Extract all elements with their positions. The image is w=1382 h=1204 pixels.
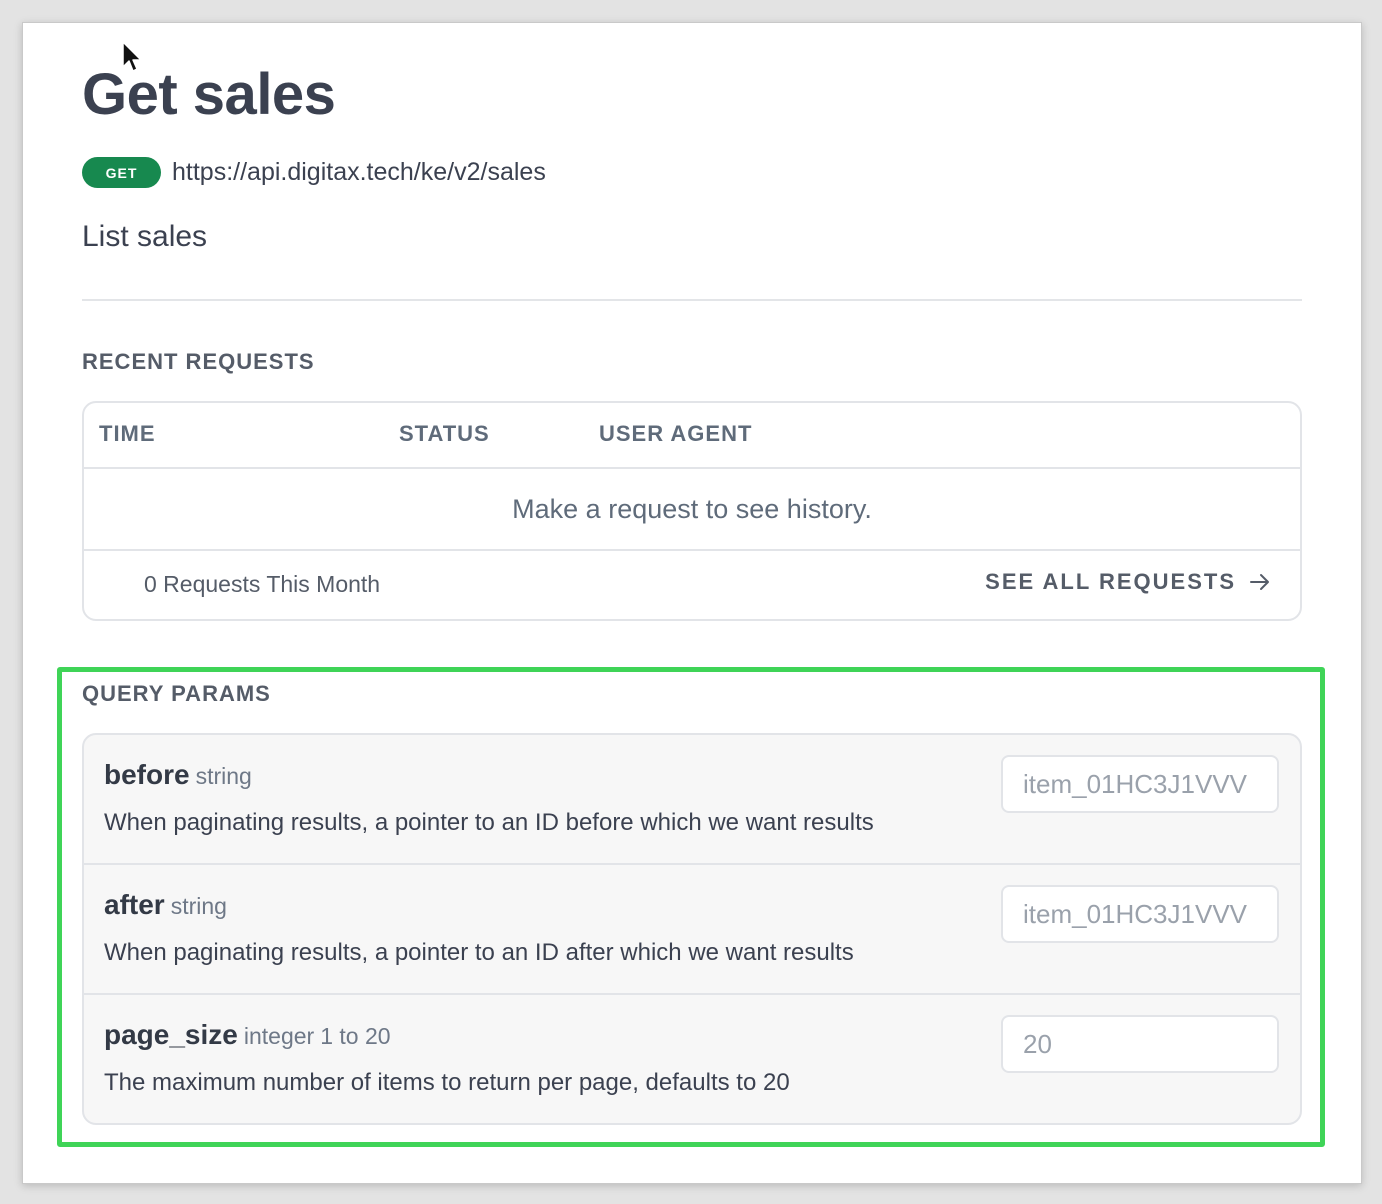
param-name: after xyxy=(104,889,165,920)
param-range: 1 to 20 xyxy=(320,1023,391,1049)
param-row-after: after string When paginating results, a p… xyxy=(84,863,1300,993)
http-method-badge: GET xyxy=(82,157,161,188)
see-all-requests-link[interactable]: SEE ALL REQUESTS xyxy=(985,569,1272,595)
param-type: string xyxy=(195,763,252,789)
empty-history-message: Make a request to see history. xyxy=(84,469,1300,551)
query-params-list: before string When paginating results, a … xyxy=(82,733,1302,1125)
param-description: When paginating results, a pointer to an… xyxy=(104,809,874,836)
param-type: string xyxy=(170,893,227,919)
param-name: page_size xyxy=(104,1019,238,1050)
param-name-line: page_size integer 1 to 20 xyxy=(104,1019,391,1051)
param-type: integer xyxy=(243,1023,315,1049)
table-footer: 0 Requests This Month SEE ALL REQUESTS xyxy=(84,551,1300,619)
recent-requests-table: TIME STATUS USER AGENT Make a request to… xyxy=(82,401,1302,621)
param-name: before xyxy=(104,759,190,790)
arrow-right-icon xyxy=(1250,574,1269,590)
table-header: TIME STATUS USER AGENT xyxy=(84,403,1300,469)
before-input[interactable] xyxy=(1001,755,1279,813)
recent-requests-heading: RECENT REQUESTS xyxy=(82,349,315,374)
endpoint-url: https://api.digitax.tech/ke/v2/sales xyxy=(172,158,546,186)
param-description: When paginating results, a pointer to an… xyxy=(104,939,854,966)
column-header-status: STATUS xyxy=(399,421,490,446)
param-description: The maximum number of items to return pe… xyxy=(104,1069,790,1096)
app-window: Get sales GET https://api.digitax.tech/k… xyxy=(22,22,1362,1184)
param-name-line: after string xyxy=(104,889,227,921)
param-row-before: before string When paginating results, a … xyxy=(84,735,1300,863)
page-title: Get sales xyxy=(82,62,336,127)
column-header-time: TIME xyxy=(99,421,156,446)
param-name-line: before string xyxy=(104,759,252,791)
after-input[interactable] xyxy=(1001,885,1279,943)
section-divider xyxy=(82,299,1302,301)
endpoint-description: List sales xyxy=(82,220,208,253)
page-size-input[interactable] xyxy=(1001,1015,1279,1073)
monthly-request-count: 0 Requests This Month xyxy=(144,571,381,597)
param-row-page-size: page_size integer 1 to 20 The maximum numb… xyxy=(84,993,1300,1123)
query-params-heading: QUERY PARAMS xyxy=(82,681,271,706)
column-header-user-agent: USER AGENT xyxy=(599,421,753,446)
see-all-requests-label: SEE ALL REQUESTS xyxy=(985,569,1236,594)
